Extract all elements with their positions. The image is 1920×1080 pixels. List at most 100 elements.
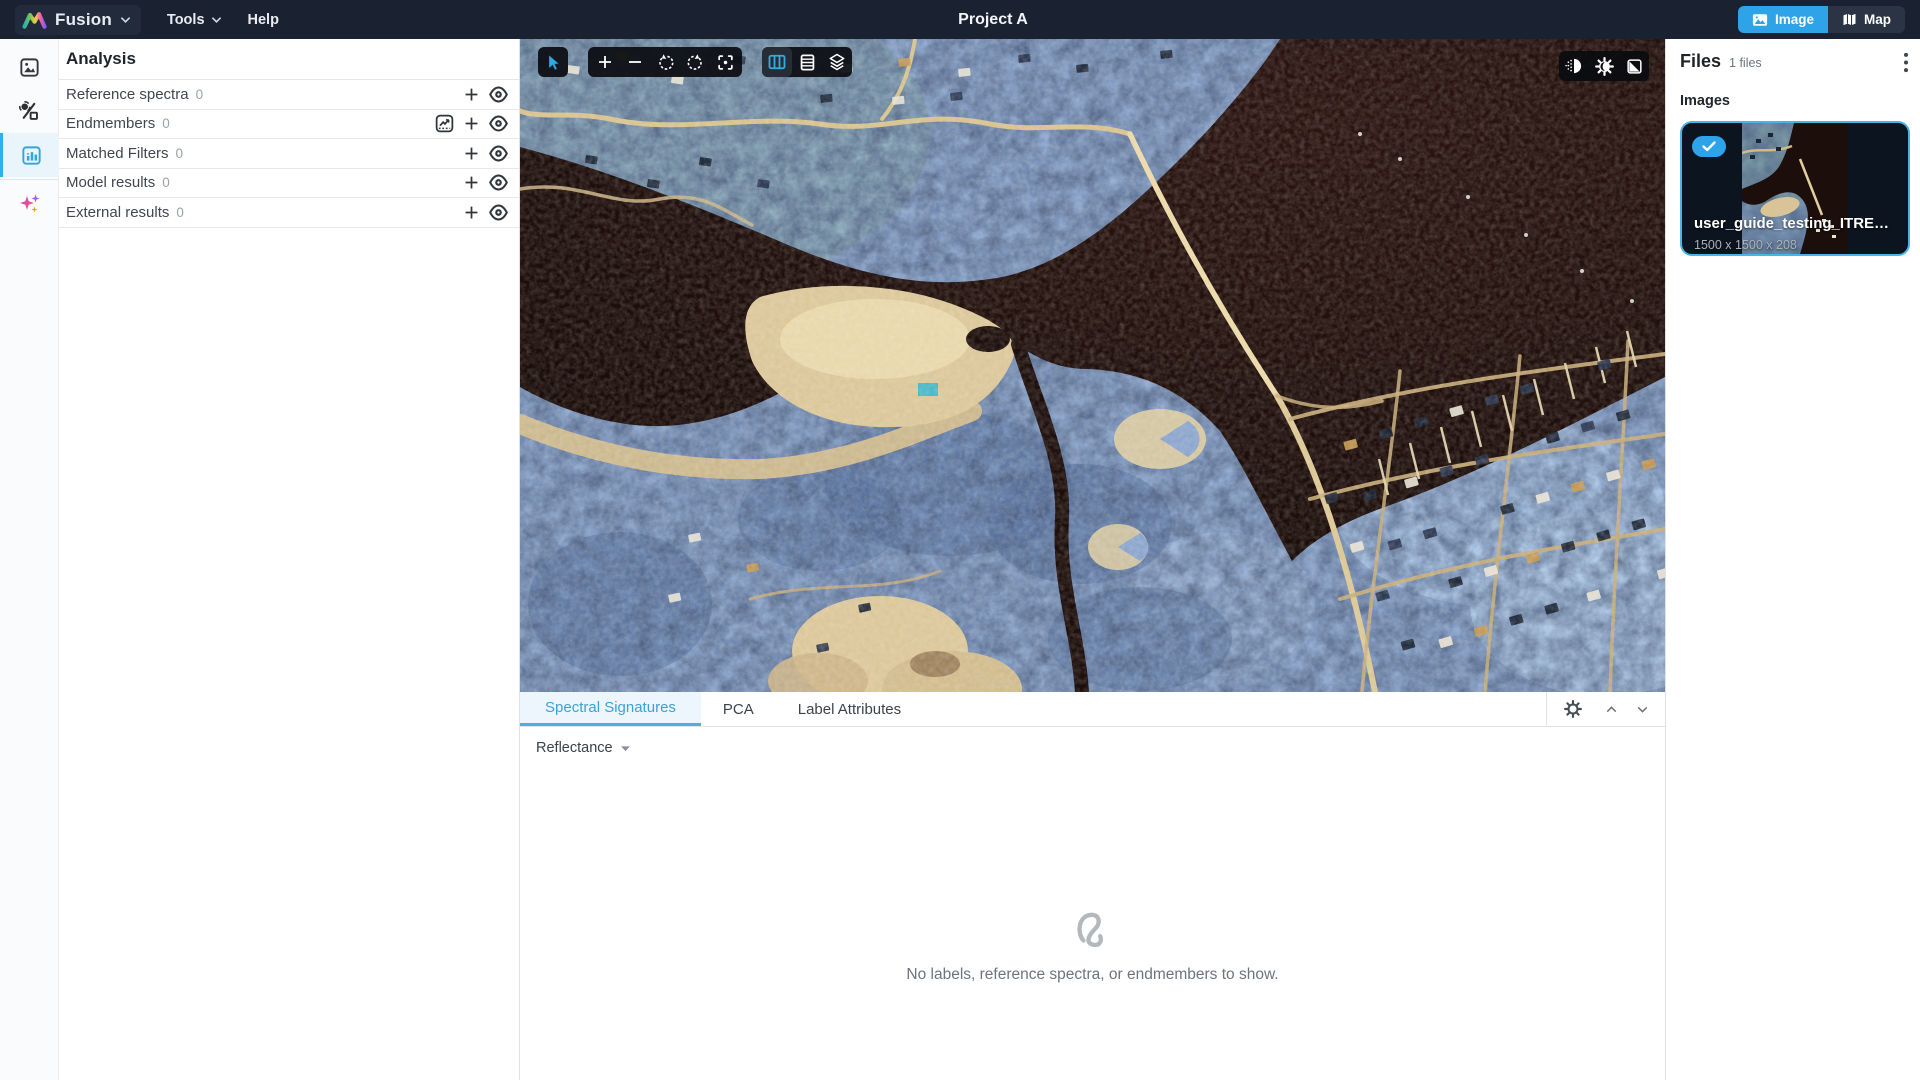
navigation-tool-group <box>588 47 742 77</box>
tab-label-attributes[interactable]: Label Attributes <box>776 692 923 726</box>
left-icon-rail <box>0 39 59 1080</box>
dither-button[interactable] <box>1559 51 1589 81</box>
check-icon <box>1702 141 1716 152</box>
row-count: 0 <box>162 116 170 131</box>
center-focus-icon <box>716 53 735 72</box>
bottom-tab-bar: Spectral Signatures PCA Label Attributes <box>520 692 1665 727</box>
layers-view-button[interactable] <box>822 47 852 77</box>
rotate-ccw-button[interactable] <box>650 47 680 77</box>
image-view-label: Image <box>1775 12 1814 27</box>
row-count: 0 <box>196 87 204 102</box>
visibility-icon[interactable] <box>488 84 509 105</box>
rotate-cw-icon <box>686 53 705 72</box>
view-toggle: Image Map <box>1738 6 1905 33</box>
invert-icon <box>1625 57 1644 76</box>
analysis-row-matched-filters[interactable]: Matched Filters 0 <box>59 139 519 169</box>
caret-down-icon <box>620 745 631 752</box>
collapse-up-icon[interactable] <box>1603 701 1620 718</box>
add-icon[interactable] <box>462 114 481 133</box>
files-title: Files <box>1680 51 1721 72</box>
cursor-tool-group <box>538 47 568 77</box>
fusion-menu[interactable]: Fusion <box>15 5 141 35</box>
image-file-card[interactable]: user_guide_testing_ITRE… 1500 x 1500 x 2… <box>1680 121 1910 256</box>
tools-menu[interactable]: Tools <box>167 12 222 28</box>
row-count: 0 <box>176 146 184 161</box>
files-header: Files 1 files <box>1680 51 1909 72</box>
layers-icon <box>827 52 847 72</box>
invert-button[interactable] <box>1619 51 1649 81</box>
visibility-icon[interactable] <box>488 143 509 164</box>
tools-menu-label: Tools <box>167 12 205 28</box>
help-menu[interactable]: Help <box>248 12 279 28</box>
display-settings-icon <box>1594 56 1615 77</box>
analysis-row-reference-spectra[interactable]: Reference spectra 0 <box>59 80 519 110</box>
file-thumbnail <box>1742 123 1848 254</box>
analysis-row-external-results[interactable]: External results 0 <box>59 198 519 228</box>
chevron-down-icon <box>211 16 222 24</box>
image-viewer[interactable] <box>520 39 1665 692</box>
page-title: Project A <box>958 11 1028 29</box>
analysis-row-endmembers[interactable]: Endmembers 0 <box>59 110 519 140</box>
bottom-panel-controls <box>1546 692 1665 726</box>
row-label: Endmembers <box>66 115 155 132</box>
analysis-panel: Analysis Reference spectra 0 Endmembers … <box>59 39 520 1080</box>
columns-view-button[interactable] <box>762 47 792 77</box>
rail-divider <box>0 179 58 180</box>
help-menu-label: Help <box>248 12 279 28</box>
image-view-button[interactable]: Image <box>1738 6 1828 33</box>
add-icon[interactable] <box>462 144 481 163</box>
gear-icon[interactable] <box>1563 699 1583 719</box>
file-dimensions: 1500 x 1500 x 208 <box>1694 238 1797 252</box>
spectrum-type-dropdown[interactable]: Reflectance <box>536 740 1665 756</box>
sparkles-icon <box>18 192 42 216</box>
rail-ai-button[interactable] <box>0 182 59 226</box>
display-tool-group <box>1559 51 1649 81</box>
extract-from-image-icon[interactable] <box>434 113 455 134</box>
empty-state: No labels, reference spectra, or endmemb… <box>520 906 1665 984</box>
files-panel: Files 1 files Images <box>1665 39 1920 1080</box>
analysis-title: Analysis <box>59 39 519 80</box>
tab-spectral-signatures[interactable]: Spectral Signatures <box>520 692 701 726</box>
files-count: 1 files <box>1729 56 1762 70</box>
zoom-in-icon <box>596 53 614 71</box>
rail-spectra-button[interactable] <box>0 89 59 133</box>
bottom-panel: Spectral Signatures PCA Label Attributes <box>520 692 1665 1080</box>
zoom-out-icon <box>626 53 644 71</box>
rail-chart-button[interactable] <box>0 133 59 177</box>
add-icon[interactable] <box>462 173 481 192</box>
center-area: Spectral Signatures PCA Label Attributes <box>520 39 1665 1080</box>
add-icon[interactable] <box>462 203 481 222</box>
visibility-icon[interactable] <box>488 113 509 134</box>
row-count: 0 <box>176 205 184 220</box>
visibility-icon[interactable] <box>488 172 509 193</box>
visibility-icon[interactable] <box>488 202 509 223</box>
image-icon <box>1752 13 1768 27</box>
add-icon[interactable] <box>462 85 481 104</box>
row-label: Model results <box>66 174 155 191</box>
row-label: Reference spectra <box>66 86 189 103</box>
map-view-button[interactable]: Map <box>1828 6 1905 33</box>
brand-name: Fusion <box>55 10 112 30</box>
zoom-out-button[interactable] <box>620 47 650 77</box>
map-view-label: Map <box>1864 12 1891 27</box>
rotate-ccw-icon <box>656 53 675 72</box>
collapse-down-icon[interactable] <box>1634 701 1651 718</box>
display-settings-button[interactable] <box>1589 51 1619 81</box>
row-label: External results <box>66 204 169 221</box>
spectrum-type-label: Reflectance <box>536 740 613 756</box>
cursor-tool-button[interactable] <box>538 47 568 77</box>
rotate-cw-button[interactable] <box>680 47 710 77</box>
center-focus-button[interactable] <box>710 47 740 77</box>
tab-pca[interactable]: PCA <box>701 692 776 726</box>
rows-view-button[interactable] <box>792 47 822 77</box>
layout-tool-group <box>762 47 852 77</box>
rows-icon <box>798 53 817 72</box>
spectra-icon <box>18 100 41 123</box>
columns-icon <box>767 52 787 72</box>
selected-check-badge <box>1692 136 1726 157</box>
rail-image-button[interactable] <box>0 45 59 89</box>
zoom-in-button[interactable] <box>590 47 620 77</box>
kebab-menu-icon[interactable] <box>1903 52 1909 73</box>
scribble-icon <box>1070 906 1116 952</box>
analysis-row-model-results[interactable]: Model results 0 <box>59 169 519 199</box>
